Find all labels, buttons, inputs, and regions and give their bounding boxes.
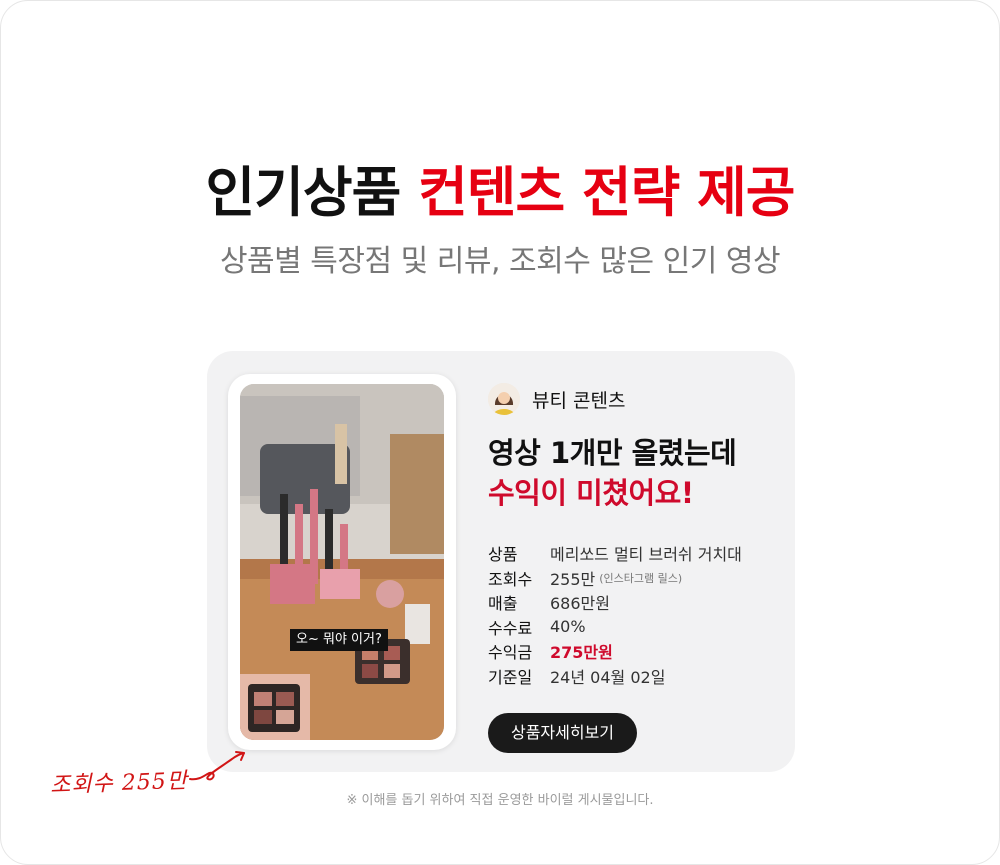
spec-label: 상품	[488, 545, 518, 565]
spec-label: 수수료	[488, 618, 533, 638]
avatar-icon	[488, 383, 520, 415]
product-specs: 상품 메리쏘드 멀티 브러쉬 거치대 조회수 255만 (인스타그램 릴스) 매…	[488, 541, 742, 688]
spec-note: (인스타그램 릴스)	[599, 571, 683, 585]
headline-black-text: 인기상품	[205, 161, 402, 224]
spec-label: 기준일	[488, 667, 533, 687]
headline-red-text: 컨텐츠 전략 제공	[418, 161, 795, 224]
spec-label: 수익금	[488, 643, 533, 663]
footnote: ※ 이해를 돕기 위하여 직접 운영한 바이럴 게시물입니다.	[346, 793, 654, 808]
creator-name: 뷰티 콘텐츠	[532, 389, 626, 412]
spec-row-product: 상품 메리쏘드 멀티 브러쉬 거치대	[488, 541, 742, 566]
spec-value: 24년 04월 02일	[550, 667, 666, 687]
card-title-line1: 영상 1개만 올렸는데	[488, 436, 737, 470]
spec-row-sales: 매출 686만원	[488, 590, 742, 615]
spec-row-views: 조회수 255만 (인스타그램 릴스)	[488, 566, 742, 591]
hand-drawn-arrow-icon	[189, 751, 245, 781]
video-caption: 오~ 뭐야 이거?	[290, 629, 388, 651]
creator-row: 뷰티 콘텐츠	[488, 383, 625, 415]
video-scene-illustration	[240, 384, 444, 740]
spec-value: 275만원	[550, 643, 613, 663]
avatar-illustration	[488, 383, 520, 415]
spec-row-date: 기준일 24년 04월 02일	[488, 664, 742, 689]
spec-value: 40%	[550, 617, 586, 637]
card-title-line2: 수익이 미쳤어요!	[488, 476, 694, 510]
page-headline: 인기상품 컨텐츠 전략 제공	[0, 148, 1000, 227]
spec-label: 조회수	[488, 569, 533, 589]
card-title: 영상 1개만 올렸는데 수익이 미쳤어요!	[488, 433, 737, 513]
page-subheadline: 상품별 특장점 및 리뷰, 조회수 많은 인기 영상	[219, 244, 781, 279]
spec-value: 255만	[550, 569, 596, 589]
spec-row-commission: 수수료 40%	[488, 615, 742, 640]
spec-label: 매출	[488, 594, 518, 614]
video-thumbnail[interactable]	[240, 384, 444, 740]
product-detail-button[interactable]: 상품자세히보기	[488, 713, 637, 753]
spec-value: 메리쏘드 멀티 브러쉬 거치대	[550, 545, 742, 565]
spec-value: 686만원	[550, 594, 610, 614]
spec-row-profit: 수익금 275만원	[488, 639, 742, 664]
